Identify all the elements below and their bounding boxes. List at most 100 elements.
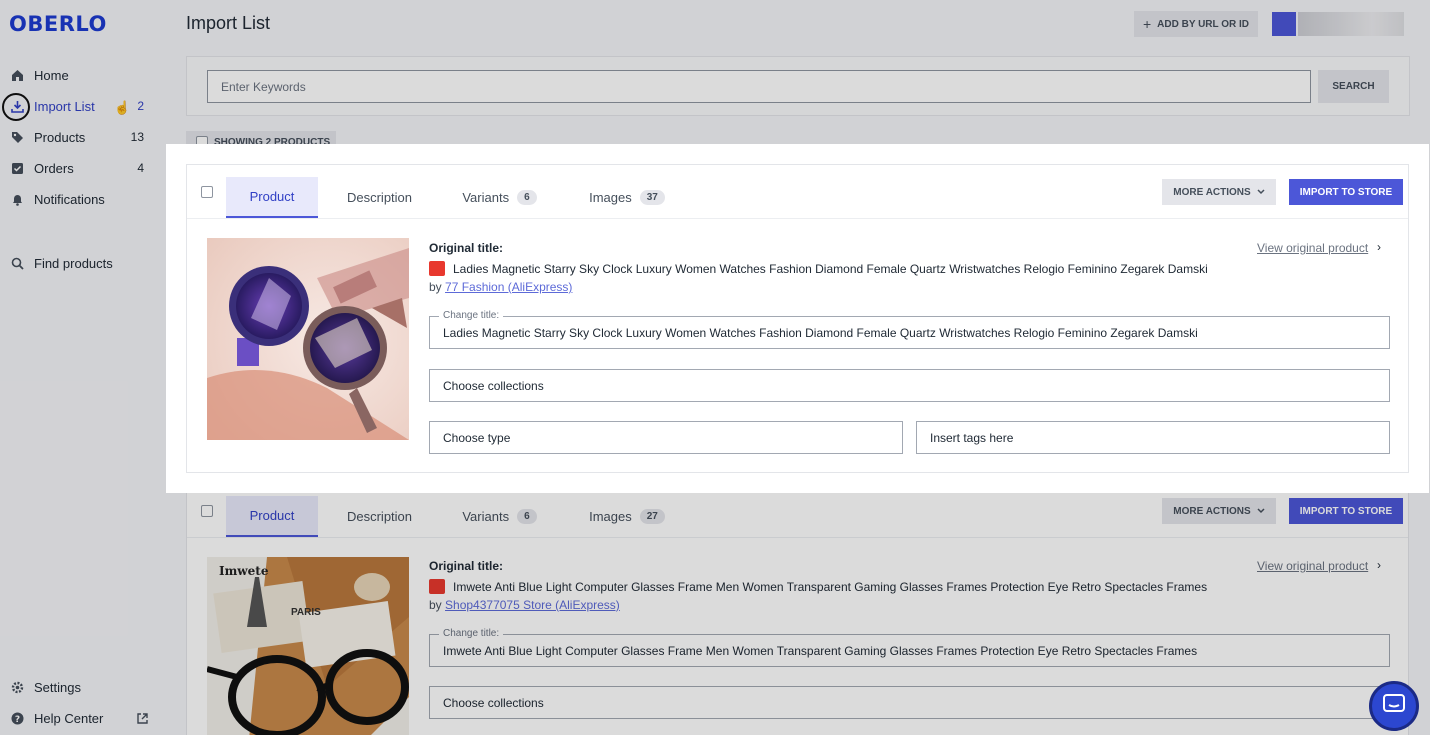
chat-icon bbox=[1382, 693, 1406, 720]
tab-variants[interactable]: Variants 6 bbox=[457, 177, 542, 218]
sidebar: OBERLO Home Import List ☝ 2 Products 13 … bbox=[0, 0, 168, 735]
products-count: 13 bbox=[130, 130, 144, 144]
product-tabs: Product Description Variants 6 Images 37… bbox=[187, 165, 1408, 219]
product-checkbox[interactable] bbox=[201, 186, 213, 198]
tab-images[interactable]: Images 27 bbox=[582, 496, 672, 537]
tab-description[interactable]: Description bbox=[337, 177, 422, 218]
help-icon: ? bbox=[10, 711, 24, 725]
import-icon bbox=[10, 99, 24, 113]
import-to-store-button[interactable]: IMPORT TO STORE bbox=[1289, 498, 1403, 524]
svg-text:?: ? bbox=[14, 715, 19, 725]
chevron-down-icon bbox=[1257, 187, 1265, 198]
tags-field[interactable]: Insert tags here bbox=[916, 421, 1390, 454]
original-title-label: Original title: bbox=[429, 241, 504, 255]
more-actions-button[interactable]: MORE ACTIONS bbox=[1162, 179, 1276, 205]
view-original-link[interactable]: View original product bbox=[1257, 241, 1368, 255]
original-title-text: Ladies Magnetic Starry Sky Clock Luxury … bbox=[453, 262, 1208, 276]
product-tabs: Product Description Variants 6 Images 27… bbox=[187, 484, 1408, 538]
chevron-right-icon: › bbox=[1377, 558, 1381, 572]
more-actions-label: MORE ACTIONS bbox=[1173, 186, 1251, 198]
sidebar-item-label: Help Center bbox=[34, 710, 104, 726]
sidebar-item-label: Products bbox=[34, 129, 86, 145]
sidebar-item-notifications[interactable]: Notifications bbox=[0, 184, 160, 214]
gear-icon bbox=[10, 680, 24, 694]
change-title-field[interactable]: Change title: Imwete Anti Blue Light Com… bbox=[429, 628, 1390, 667]
tab-variants[interactable]: Variants 6 bbox=[457, 496, 542, 537]
thumb-brand-text: Imwete bbox=[219, 564, 269, 578]
product-card-highlighted: Product Description Variants 6 Images 37… bbox=[186, 164, 1409, 473]
by-label: by bbox=[429, 280, 442, 294]
change-title-value: Ladies Magnetic Starry Sky Clock Luxury … bbox=[443, 325, 1198, 340]
aliexpress-icon bbox=[429, 261, 445, 276]
chevron-right-icon: › bbox=[1377, 240, 1381, 254]
more-actions-label: MORE ACTIONS bbox=[1173, 505, 1251, 517]
search-button[interactable]: SEARCH bbox=[1318, 70, 1389, 103]
sidebar-item-settings[interactable]: Settings bbox=[0, 672, 160, 702]
tab-images-label: Images bbox=[589, 190, 632, 205]
tab-description[interactable]: Description bbox=[337, 496, 422, 537]
original-title-text: Imwete Anti Blue Light Computer Glasses … bbox=[453, 580, 1208, 594]
sidebar-item-label: Settings bbox=[34, 679, 81, 695]
select-all-checkbox[interactable] bbox=[196, 136, 208, 148]
product-checkbox[interactable] bbox=[201, 505, 213, 517]
sidebar-item-help-center[interactable]: ? Help Center bbox=[0, 703, 160, 733]
aliexpress-icon bbox=[429, 579, 445, 594]
tab-images[interactable]: Images 37 bbox=[582, 177, 672, 218]
sidebar-item-label: Home bbox=[34, 67, 69, 83]
thumb-city-text: PARIS bbox=[291, 607, 321, 618]
chat-launcher-button[interactable] bbox=[1369, 681, 1419, 731]
orders-icon bbox=[10, 161, 24, 175]
add-by-url-label: ADD BY URL OR ID bbox=[1157, 18, 1250, 30]
plus-icon: + bbox=[1142, 16, 1152, 32]
change-title-value: Imwete Anti Blue Light Computer Glasses … bbox=[443, 643, 1198, 658]
store-line: by 77 Fashion (AliExpress) bbox=[429, 280, 572, 294]
sidebar-item-home[interactable]: Home bbox=[0, 60, 160, 90]
more-actions-button[interactable]: MORE ACTIONS bbox=[1162, 498, 1276, 524]
change-title-label: Change title: bbox=[439, 628, 504, 639]
sidebar-item-find-products[interactable]: Find products bbox=[0, 248, 160, 278]
tab-product[interactable]: Product bbox=[226, 496, 318, 537]
change-title-label: Change title: bbox=[439, 310, 504, 321]
store-link[interactable]: 77 Fashion (AliExpress) bbox=[445, 280, 572, 294]
store-line: by Shop4377075 Store (AliExpress) bbox=[429, 598, 620, 612]
sidebar-item-orders[interactable]: Orders 4 bbox=[0, 153, 160, 183]
sidebar-item-label: Import List bbox=[34, 98, 95, 114]
search-input[interactable]: Enter Keywords bbox=[207, 70, 1311, 103]
showing-products-label: SHOWING 2 PRODUCTS bbox=[214, 136, 331, 148]
store-link[interactable]: Shop4377075 Store (AliExpress) bbox=[445, 598, 620, 612]
view-original-link[interactable]: View original product bbox=[1257, 559, 1368, 573]
select-all-products[interactable]: SHOWING 2 PRODUCTS bbox=[186, 131, 336, 153]
chevron-down-icon bbox=[1257, 506, 1265, 517]
import-to-store-button[interactable]: IMPORT TO STORE bbox=[1289, 179, 1403, 205]
bell-icon bbox=[10, 192, 24, 206]
collections-field[interactable]: Choose collections bbox=[429, 686, 1390, 719]
variants-count-badge: 6 bbox=[517, 509, 537, 524]
sidebar-item-products[interactable]: Products 13 bbox=[0, 122, 160, 152]
oberlo-logo[interactable]: OBERLO bbox=[9, 12, 107, 36]
account-name-blurred[interactable] bbox=[1298, 12, 1404, 36]
images-count-badge: 37 bbox=[639, 190, 665, 205]
orders-count: 4 bbox=[137, 161, 144, 175]
images-count-badge: 27 bbox=[639, 509, 665, 524]
import-list-count: 2 bbox=[137, 99, 144, 113]
avatar[interactable] bbox=[1272, 12, 1296, 36]
pointer-cursor-icon: ☝ bbox=[114, 100, 131, 115]
type-field[interactable]: Choose type bbox=[429, 421, 903, 454]
add-by-url-button[interactable]: + ADD BY URL OR ID bbox=[1134, 11, 1258, 37]
tag-icon bbox=[10, 130, 24, 144]
change-title-field[interactable]: Change title: Ladies Magnetic Starry Sky… bbox=[429, 310, 1390, 349]
sidebar-item-label: Notifications bbox=[34, 191, 105, 207]
search-panel: Enter Keywords SEARCH bbox=[186, 56, 1410, 116]
tab-variants-label: Variants bbox=[462, 190, 510, 205]
sidebar-item-import-list[interactable]: Import List ☝ 2 bbox=[0, 91, 160, 121]
collections-field[interactable]: Choose collections bbox=[429, 369, 1390, 402]
product-image[interactable]: Imwete PARIS bbox=[207, 557, 409, 735]
external-link-icon bbox=[137, 712, 148, 727]
home-icon bbox=[10, 68, 24, 82]
tab-images-label: Images bbox=[589, 509, 632, 524]
tab-product[interactable]: Product bbox=[226, 177, 318, 218]
search-icon bbox=[10, 256, 24, 270]
product-card: Product Description Variants 6 Images 27… bbox=[186, 483, 1409, 735]
product-image[interactable] bbox=[207, 238, 409, 440]
tab-variants-label: Variants bbox=[462, 509, 510, 524]
